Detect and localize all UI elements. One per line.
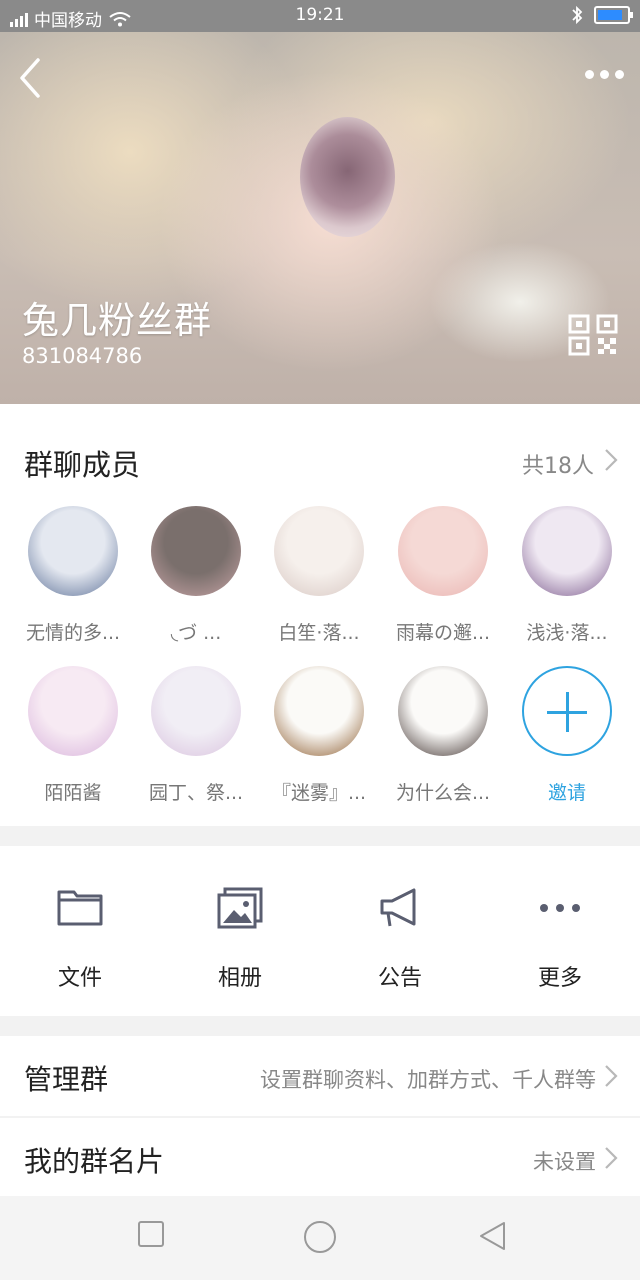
member-name: 为什么会... (395, 782, 491, 804)
more-dots-icon (540, 904, 580, 912)
add-icon[interactable] (522, 666, 612, 756)
chevron-right-icon (605, 1147, 618, 1169)
manage-group-value: 设置群聊资料、加群方式、千人群等 (260, 1068, 596, 1092)
member-name: 『迷雾』... (271, 782, 367, 804)
tool-announcement[interactable]: 公告 (340, 886, 460, 992)
member-item[interactable]: ◟づ ... (133, 506, 259, 645)
member-name: 浅浅·落... (526, 622, 608, 644)
member-name: 雨幕の邂... (395, 622, 491, 644)
member-name: 园丁、祭... (148, 782, 244, 804)
tool-files[interactable]: 文件 (20, 886, 140, 992)
chevron-right-icon (605, 1065, 618, 1087)
avatar[interactable] (274, 666, 364, 756)
manage-group-row[interactable]: 管理群 设置群聊资料、加群方式、千人群等 (0, 1036, 640, 1116)
avatar[interactable] (522, 506, 612, 596)
tool-announcement-label: 公告 (377, 966, 422, 991)
back-icon[interactable] (14, 54, 48, 102)
group-name: 兔几粉丝群 (22, 299, 212, 342)
member-name: 无情的多... (25, 622, 121, 644)
avatar[interactable] (274, 506, 364, 596)
member-name: ◟づ ... (170, 622, 222, 644)
member-item[interactable]: 陌陌酱 (10, 666, 136, 805)
members-count[interactable]: 共18人 (522, 448, 594, 480)
qr-code-icon[interactable] (568, 314, 618, 356)
member-item[interactable]: 园丁、祭... (133, 666, 259, 805)
home-icon[interactable] (303, 1220, 337, 1254)
more-options-icon[interactable] (585, 70, 624, 79)
avatar[interactable] (28, 506, 118, 596)
tool-more[interactable]: 更多 (500, 886, 620, 992)
avatar[interactable] (151, 506, 241, 596)
chevron-right-icon[interactable] (604, 448, 618, 472)
status-bar: 中国移动 19:21 (0, 0, 640, 32)
tool-more-label: 更多 (537, 966, 582, 991)
members-section: 群聊成员 共18人 无情的多... ◟づ ... 白笙·落... 雨幕の邂... 浅浅·… (0, 404, 640, 826)
album-icon (217, 887, 263, 929)
member-item[interactable]: 白笙·落... (256, 506, 382, 645)
group-header-banner: 兔几粉丝群 831084786 (0, 32, 640, 404)
invite-button[interactable]: 邀请 (504, 666, 630, 805)
banner-artwork (300, 117, 395, 237)
tool-album[interactable]: 相册 (180, 886, 300, 992)
group-id: 831084786 (22, 344, 143, 368)
avatar[interactable] (398, 666, 488, 756)
tools-section: 文件 相册 公告 更多 (0, 846, 640, 1016)
battery-icon (594, 6, 633, 24)
bluetooth-icon (572, 5, 583, 25)
invite-label: 邀请 (547, 782, 586, 804)
back-nav-icon[interactable] (477, 1220, 507, 1252)
megaphone-icon (380, 888, 416, 927)
avatar[interactable] (151, 666, 241, 756)
avatar[interactable] (28, 666, 118, 756)
member-item[interactable]: 雨幕の邂... (380, 506, 506, 645)
tool-files-label: 文件 (57, 966, 102, 991)
tool-album-label: 相册 (217, 966, 262, 991)
group-card-row[interactable]: 我的群名片 未设置 (0, 1118, 640, 1198)
member-name: 陌陌酱 (44, 782, 102, 804)
clock: 19:21 (295, 5, 345, 25)
member-item[interactable]: 『迷雾』... (256, 666, 382, 805)
group-card-title: 我的群名片 (24, 1145, 165, 1178)
avatar[interactable] (398, 506, 488, 596)
folder-icon (57, 890, 103, 926)
group-card-value: 未设置 (533, 1150, 596, 1174)
system-navigation-bar (0, 1196, 640, 1280)
member-item[interactable]: 无情的多... (10, 506, 136, 645)
member-item[interactable]: 浅浅·落... (504, 506, 630, 645)
member-item[interactable]: 为什么会... (380, 666, 506, 805)
member-name: 白笙·落... (278, 622, 360, 644)
manage-group-title: 管理群 (24, 1063, 109, 1096)
members-title: 群聊成员 (24, 448, 141, 482)
recent-apps-icon[interactable] (137, 1220, 165, 1248)
